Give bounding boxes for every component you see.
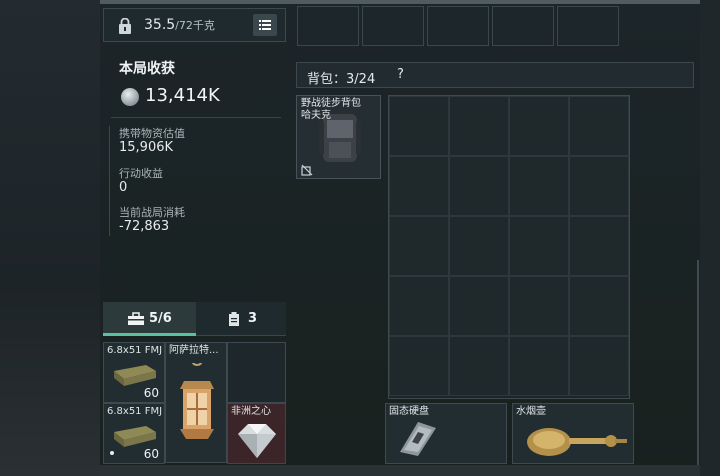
backpack-grid-cell[interactable] (449, 156, 509, 216)
backpack-grid-cell[interactable] (389, 156, 449, 216)
lantern-icon (180, 363, 214, 439)
unequip-icon[interactable] (301, 164, 313, 176)
backpack-help-icon[interactable]: ? (397, 67, 404, 82)
backpack-grid-cell[interactable] (509, 96, 569, 156)
weight-current: 35.5 (144, 17, 176, 33)
backpack-name-line1: 野战徒步背包 (301, 98, 361, 109)
summary-divider (111, 117, 281, 118)
pouch-empty-slot[interactable] (227, 342, 286, 403)
backpack-grid-cell[interactable] (569, 276, 629, 336)
item-name: 固态硬盘 (389, 406, 429, 417)
tab-tasks[interactable]: 3 (196, 302, 286, 336)
new-item-dot (110, 451, 114, 455)
game-scene-right (700, 0, 720, 476)
item-count: 60 (143, 447, 159, 461)
backpack-grid-cell[interactable] (389, 336, 449, 396)
backpack-grid-cell[interactable] (569, 216, 629, 276)
backpack-grid-cell[interactable] (569, 156, 629, 216)
item-name: 6.8x51 FMJ (107, 345, 163, 356)
bottom-strip (100, 465, 700, 476)
backpack-item-ssd[interactable]: 固态硬盘 (385, 403, 507, 464)
summary-title: 本局收获 (119, 61, 175, 77)
carried-value: 15,906K (119, 140, 174, 155)
equipped-backpack[interactable]: 野战徒步背包 哈夫克 (296, 95, 381, 179)
backpack-grid-cell[interactable] (449, 96, 509, 156)
backpack-grid-cell[interactable] (509, 216, 569, 276)
pouch-item-ammo[interactable]: 6.8x51 FMJ 60 (103, 403, 165, 464)
backpack-grid-cell[interactable] (449, 276, 509, 336)
weight-lock-icon (119, 18, 131, 34)
tab-tasks-label: 3 (248, 311, 258, 326)
backpack-title: 背包：3/24 (307, 72, 376, 87)
equipped-backpack-name: 野战徒步背包 哈夫克 (301, 98, 361, 122)
backpack-header: 背包：3/24 ? (296, 62, 694, 88)
hookah-icon (527, 428, 627, 456)
backpack-grid (388, 95, 630, 399)
carried-value-label: 携带物资估值 (119, 127, 185, 140)
item-name: 6.8x51 FMJ (107, 406, 163, 417)
clipboard-icon (229, 312, 239, 326)
backpack-grid-cell[interactable] (509, 276, 569, 336)
list-menu-button[interactable] (253, 14, 277, 36)
currency-coin-icon (121, 88, 139, 106)
pouch-item-lantern[interactable]: 阿萨拉特... (165, 342, 227, 463)
item-name: 水烟壶 (516, 406, 546, 417)
toolbox-icon (128, 312, 144, 325)
ammo-box-icon (114, 426, 156, 447)
pouch-item-ammo[interactable]: 6.8x51 FMJ 60 (103, 342, 165, 403)
diamond-icon (238, 424, 276, 458)
backpack-grid-cell[interactable] (509, 156, 569, 216)
backpack-grid-cell[interactable] (569, 336, 629, 396)
pouch-item-diamond[interactable]: 非洲之心 (227, 403, 286, 464)
battle-cost-label: 当前战局消耗 (119, 206, 185, 219)
backpack-name-line2: 哈夫克 (301, 110, 331, 121)
action-income-value: 0 (119, 180, 128, 195)
backpack-grid-cell[interactable] (389, 216, 449, 276)
game-scene-left (0, 0, 100, 476)
session-summary: 本局收获 13,414K 携带物资估值 15,906K 行动收益 0 当前战局消… (103, 46, 286, 236)
battle-cost-value: -72,863 (119, 219, 170, 234)
backpack-grid-cell[interactable] (569, 96, 629, 156)
backpack-scrollbar[interactable] (697, 260, 699, 470)
backpack-grid-cell[interactable] (389, 96, 449, 156)
backpack-grid-cell[interactable] (389, 276, 449, 336)
ammo-box-icon (114, 365, 156, 386)
tab-pouch-label: 5/6 (149, 311, 172, 326)
equipment-slot[interactable] (297, 6, 359, 46)
weight-bar: 35.5/72千克 (103, 8, 286, 42)
backpack-capacity: 3/24 (346, 72, 376, 87)
backpack-title-label: 背包 (307, 72, 334, 87)
backpack-grid-cell[interactable] (449, 336, 509, 396)
item-name: 非洲之心 (231, 406, 271, 417)
summary-side-line (109, 126, 110, 236)
action-income-label: 行动收益 (119, 167, 163, 180)
item-name: 阿萨拉特... (169, 345, 219, 356)
weight-limit: /72千克 (175, 19, 215, 32)
weight-value: 35.5/72千克 (144, 17, 215, 33)
backpack-grid-cell[interactable] (509, 336, 569, 396)
backpack-grid-cell[interactable] (449, 216, 509, 276)
summary-total-value: 13,414K (145, 85, 220, 106)
backpack-item-hookah[interactable]: 水烟壶 (512, 403, 634, 464)
item-count: 60 (143, 386, 159, 400)
equipment-slot[interactable] (492, 6, 554, 46)
tab-pouch[interactable]: 5/6 (103, 302, 196, 336)
ssd-icon (400, 422, 436, 456)
panel-top-border (100, 0, 700, 4)
list-icon (259, 20, 271, 30)
equipment-slot[interactable] (557, 6, 619, 46)
equipment-slot[interactable] (362, 6, 424, 46)
equipment-slot[interactable] (427, 6, 489, 46)
